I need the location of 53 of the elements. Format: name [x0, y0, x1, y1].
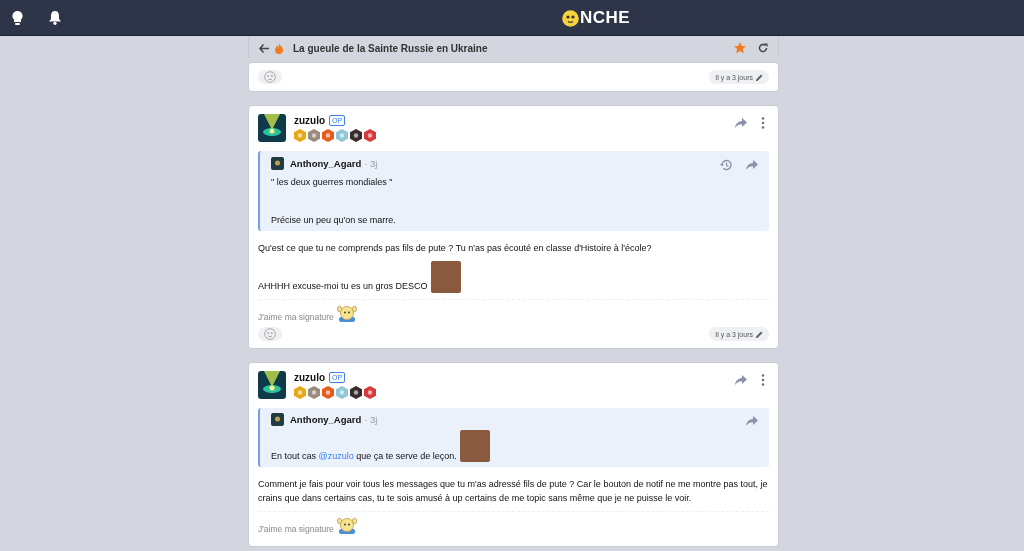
- avatar-picture[interactable]: [258, 371, 286, 399]
- username[interactable]: Anthony_Agard: [290, 158, 362, 169]
- signature-text: J'aime ma signature: [258, 524, 334, 534]
- more-options-icon[interactable]: [761, 374, 765, 386]
- logo-text: NCHE: [580, 8, 631, 28]
- site-logo[interactable]: NCHE: [562, 8, 631, 28]
- badge-icon: [308, 386, 320, 399]
- badge-icon: [364, 129, 376, 142]
- smiley-face-icon: [562, 9, 579, 27]
- flame-icon: [275, 42, 283, 54]
- history-icon[interactable]: [720, 159, 732, 171]
- badge-icon: [322, 129, 334, 142]
- message-text: Qu'est ce que tu ne comprends pas fils de pute ? Tu n'as pas écouté en classe d'Histoire à l'école?: [258, 242, 653, 255]
- badge-icon: [294, 386, 306, 399]
- waving-emoji-icon: [336, 305, 357, 322]
- smiley-face-icon: [264, 71, 276, 83]
- post-age: · 3j: [364, 158, 378, 169]
- share-arrow-icon[interactable]: [735, 118, 747, 128]
- username[interactable]: Anthony_Agard: [290, 414, 362, 425]
- badge-icon: [364, 386, 376, 399]
- message-text: Comment je fais pour voir tous les messages que tu m'as adressé fils de pute ? Car le bouton de notif ne me montre pas tout, je crains que dans certains cas, tu te sois amusé à up certains de me topic sans même que je ne puisse le voir.: [258, 478, 769, 505]
- pencil-icon: [756, 330, 763, 338]
- smiley-face-icon: [264, 328, 276, 340]
- share-arrow-icon[interactable]: [735, 375, 747, 385]
- pencil-icon: [756, 73, 763, 81]
- bell-icon[interactable]: [49, 10, 61, 25]
- badge-icon: [294, 129, 306, 142]
- message-text: AHHHH excuse-moi tu es un gros DESCO: [258, 280, 428, 293]
- avatar-picture[interactable]: [271, 157, 284, 170]
- badge-icon: [336, 129, 348, 142]
- badge-icon: [350, 386, 362, 399]
- badge-icon: [322, 386, 334, 399]
- avatar-picture[interactable]: [258, 114, 286, 142]
- more-options-icon[interactable]: [761, 117, 765, 129]
- lightbulb-icon[interactable]: [12, 10, 23, 25]
- message-text: Précise un peu qu'on se marre.: [271, 214, 397, 226]
- waving-emoji-icon: [336, 517, 357, 534]
- back-arrow-icon[interactable]: [259, 43, 269, 53]
- username[interactable]: zuzulo: [294, 115, 326, 126]
- badge-icon: [308, 129, 320, 142]
- refresh-icon[interactable]: [758, 43, 768, 53]
- share-arrow-icon[interactable]: [746, 160, 758, 170]
- badge-icon: [350, 129, 362, 142]
- badge-icon: [336, 386, 348, 399]
- message-text: En tout cas @zuzulo que ça te serve de leçon.: [271, 450, 457, 462]
- star-icon[interactable]: [734, 42, 746, 54]
- username[interactable]: zuzulo: [294, 372, 326, 383]
- signature-text: J'aime ma signature: [258, 312, 334, 322]
- post-age: · 3j: [364, 414, 378, 425]
- topic-title: La gueule de la Sainte Russie en Ukraine: [293, 42, 488, 54]
- share-arrow-icon[interactable]: [746, 416, 758, 426]
- avatar-picture[interactable]: [271, 413, 284, 426]
- message-text: " les deux guerres mondiales ": [271, 176, 394, 188]
